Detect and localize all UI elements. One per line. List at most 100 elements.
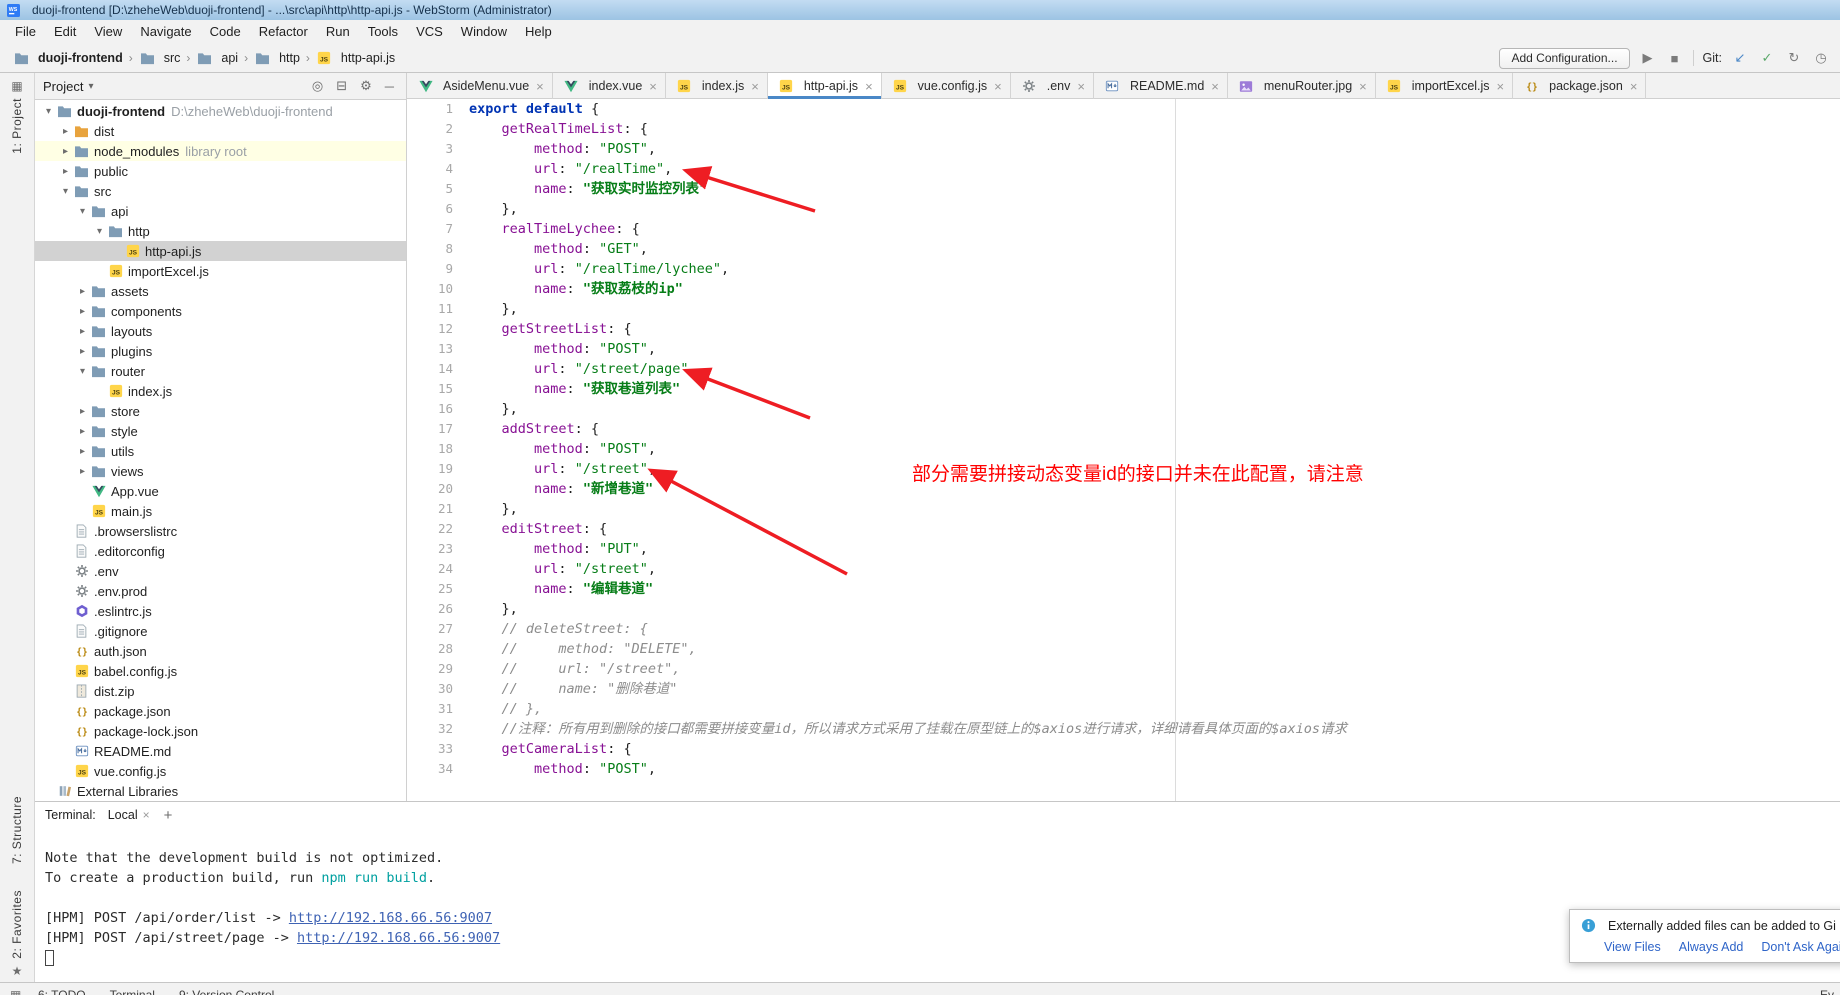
code-line[interactable]: 7 realTimeLychee: {: [407, 219, 1840, 239]
menu-item-help[interactable]: Help: [516, 20, 561, 44]
tree-item[interactable]: ▸layouts: [35, 321, 406, 341]
tree-item[interactable]: README.md: [35, 741, 406, 761]
tree-item[interactable]: ▾http: [35, 221, 406, 241]
menu-item-window[interactable]: Window: [452, 20, 516, 44]
code-line[interactable]: 17 addStreet: {: [407, 419, 1840, 439]
tab-close-icon[interactable]: ×: [1359, 79, 1367, 94]
tree-item[interactable]: App.vue: [35, 481, 406, 501]
tab-close-icon[interactable]: ×: [1211, 79, 1219, 94]
menu-item-navigate[interactable]: Navigate: [131, 20, 200, 44]
notification-action[interactable]: Always Add: [1679, 940, 1744, 954]
menu-item-view[interactable]: View: [85, 20, 131, 44]
tree-item[interactable]: ▾api: [35, 201, 406, 221]
code-line[interactable]: 4 url: "/realTime",: [407, 159, 1840, 179]
editor-tab[interactable]: AsideMenu.vue×: [407, 73, 553, 99]
code-line[interactable]: 31 // },: [407, 699, 1840, 719]
tree-item[interactable]: ▸assets: [35, 281, 406, 301]
code-line[interactable]: 10 name: "获取荔枝的ip": [407, 279, 1840, 299]
editor-tab[interactable]: JSindex.js×: [666, 73, 768, 99]
terminal-tab-local[interactable]: Local ×: [104, 808, 154, 822]
code-line[interactable]: 15 name: "获取巷道列表": [407, 379, 1840, 399]
chevron-right-icon[interactable]: ▸: [75, 426, 90, 437]
chevron-down-icon[interactable]: ▾: [75, 366, 90, 377]
tab-close-icon[interactable]: ×: [536, 79, 544, 94]
tree-item[interactable]: External Libraries: [35, 781, 406, 799]
editor-tab[interactable]: README.md×: [1094, 73, 1228, 99]
tab-close-icon[interactable]: ×: [1077, 79, 1085, 94]
chevron-down-icon[interactable]: ▾: [58, 186, 73, 197]
code-line[interactable]: 2 getRealTimeList: {: [407, 119, 1840, 139]
code-line[interactable]: 26 },: [407, 599, 1840, 619]
tree-item[interactable]: ▾duoji-frontendD:\zheheWeb\duoji-fronten…: [35, 101, 406, 121]
chevron-right-icon[interactable]: ▸: [58, 166, 73, 177]
breadcrumb-item[interactable]: http: [251, 51, 303, 65]
tree-item[interactable]: ▸public: [35, 161, 406, 181]
tree-item[interactable]: ▸node_moduleslibrary root: [35, 141, 406, 161]
status-item[interactable]: 9: Version Control: [179, 988, 274, 995]
code-line[interactable]: 14 url: "/street/page",: [407, 359, 1840, 379]
tree-item[interactable]: JSimportExcel.js: [35, 261, 406, 281]
tab-close-icon[interactable]: ×: [751, 79, 759, 94]
code-line[interactable]: 23 method: "PUT",: [407, 539, 1840, 559]
chevron-right-icon[interactable]: ▸: [75, 446, 90, 457]
tool-stripe-project[interactable]: ▦ 1: Project: [10, 79, 24, 154]
menu-item-code[interactable]: Code: [201, 20, 250, 44]
tab-close-icon[interactable]: ×: [865, 79, 873, 94]
code-line[interactable]: 28 // method: "DELETE",: [407, 639, 1840, 659]
code-line[interactable]: 13 method: "POST",: [407, 339, 1840, 359]
hide-panel-icon[interactable]: ─: [381, 79, 398, 94]
code-line[interactable]: 33 getCameraList: {: [407, 739, 1840, 759]
code-line[interactable]: 11 },: [407, 299, 1840, 319]
chevron-right-icon[interactable]: ▸: [75, 466, 90, 477]
code-line[interactable]: 6 },: [407, 199, 1840, 219]
chevron-right-icon[interactable]: ▸: [75, 286, 90, 297]
code-line[interactable]: 3 method: "POST",: [407, 139, 1840, 159]
code-line[interactable]: 25 name: "编辑巷道": [407, 579, 1840, 599]
menu-item-vcs[interactable]: VCS: [407, 20, 452, 44]
tree-item[interactable]: .env.prod: [35, 581, 406, 601]
terminal-cursor[interactable]: [45, 950, 54, 966]
tree-item[interactable]: ▸utils: [35, 441, 406, 461]
tree-item[interactable]: ▸components: [35, 301, 406, 321]
chevron-down-icon[interactable]: ▾: [41, 106, 56, 117]
menu-item-refactor[interactable]: Refactor: [250, 20, 317, 44]
editor-tab[interactable]: .env×: [1011, 73, 1094, 99]
code-line[interactable]: 29 // url: "/street",: [407, 659, 1840, 679]
menu-item-tools[interactable]: Tools: [359, 20, 407, 44]
terminal-link[interactable]: http://192.168.66.56:9007: [289, 910, 492, 926]
tree-item[interactable]: .editorconfig: [35, 541, 406, 561]
tool-stripe-structure[interactable]: 7: Structure: [10, 796, 24, 864]
git-history-icon[interactable]: ↻: [1785, 50, 1803, 66]
tab-close-icon[interactable]: ×: [649, 79, 657, 94]
code-line[interactable]: 21 },: [407, 499, 1840, 519]
project-panel-title[interactable]: Project: [43, 79, 83, 94]
editor-tab[interactable]: {}package.json×: [1513, 73, 1646, 99]
code-line[interactable]: 34 method: "POST",: [407, 759, 1840, 779]
tree-item[interactable]: ▾src: [35, 181, 406, 201]
chevron-right-icon[interactable]: ▸: [75, 406, 90, 417]
breadcrumb-item[interactable]: api: [193, 51, 241, 65]
breadcrumb-item[interactable]: duoji-frontend: [10, 51, 126, 65]
tree-item[interactable]: {}package.json: [35, 701, 406, 721]
code-line[interactable]: 30 // name: "删除巷道": [407, 679, 1840, 699]
terminal-tab-close-icon[interactable]: ×: [143, 808, 150, 822]
tree-item[interactable]: {}package-lock.json: [35, 721, 406, 741]
menu-item-edit[interactable]: Edit: [45, 20, 85, 44]
tree-item[interactable]: JSvue.config.js: [35, 761, 406, 781]
code-line[interactable]: 22 editStreet: {: [407, 519, 1840, 539]
tab-close-icon[interactable]: ×: [994, 79, 1002, 94]
tree-item[interactable]: JShttp-api.js: [35, 241, 406, 261]
tree-item[interactable]: .eslintrc.js: [35, 601, 406, 621]
tree-item[interactable]: ▸style: [35, 421, 406, 441]
tree-item[interactable]: ▸views: [35, 461, 406, 481]
stop-icon[interactable]: ■: [1666, 51, 1684, 66]
collapse-all-icon[interactable]: ⊟: [332, 78, 351, 94]
code-line[interactable]: 16 },: [407, 399, 1840, 419]
tree-item[interactable]: ▸store: [35, 401, 406, 421]
breadcrumb-item[interactable]: JShttp-api.js: [313, 51, 398, 65]
tab-close-icon[interactable]: ×: [1630, 79, 1638, 94]
code-line[interactable]: 8 method: "GET",: [407, 239, 1840, 259]
locate-file-icon[interactable]: ◎: [308, 78, 327, 94]
git-commit-icon[interactable]: ✓: [1758, 50, 1776, 66]
tool-stripe-favorites[interactable]: 2: Favorites ★: [10, 890, 24, 978]
